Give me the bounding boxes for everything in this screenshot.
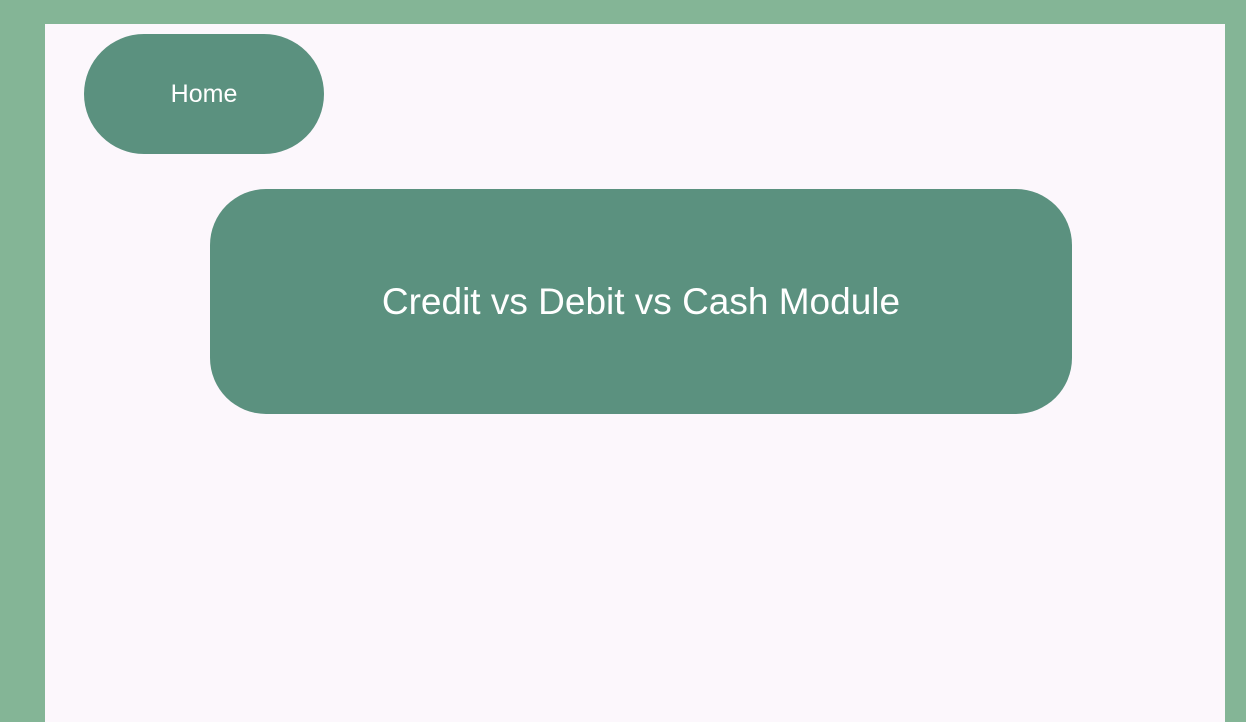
content-panel: Home Credit vs Debit vs Cash Module xyxy=(45,24,1225,722)
home-button[interactable]: Home xyxy=(84,34,324,154)
home-button-label: Home xyxy=(170,79,238,108)
credit-debit-cash-module-button[interactable]: Credit vs Debit vs Cash Module xyxy=(210,189,1072,414)
module-button-label: Credit vs Debit vs Cash Module xyxy=(381,280,901,322)
